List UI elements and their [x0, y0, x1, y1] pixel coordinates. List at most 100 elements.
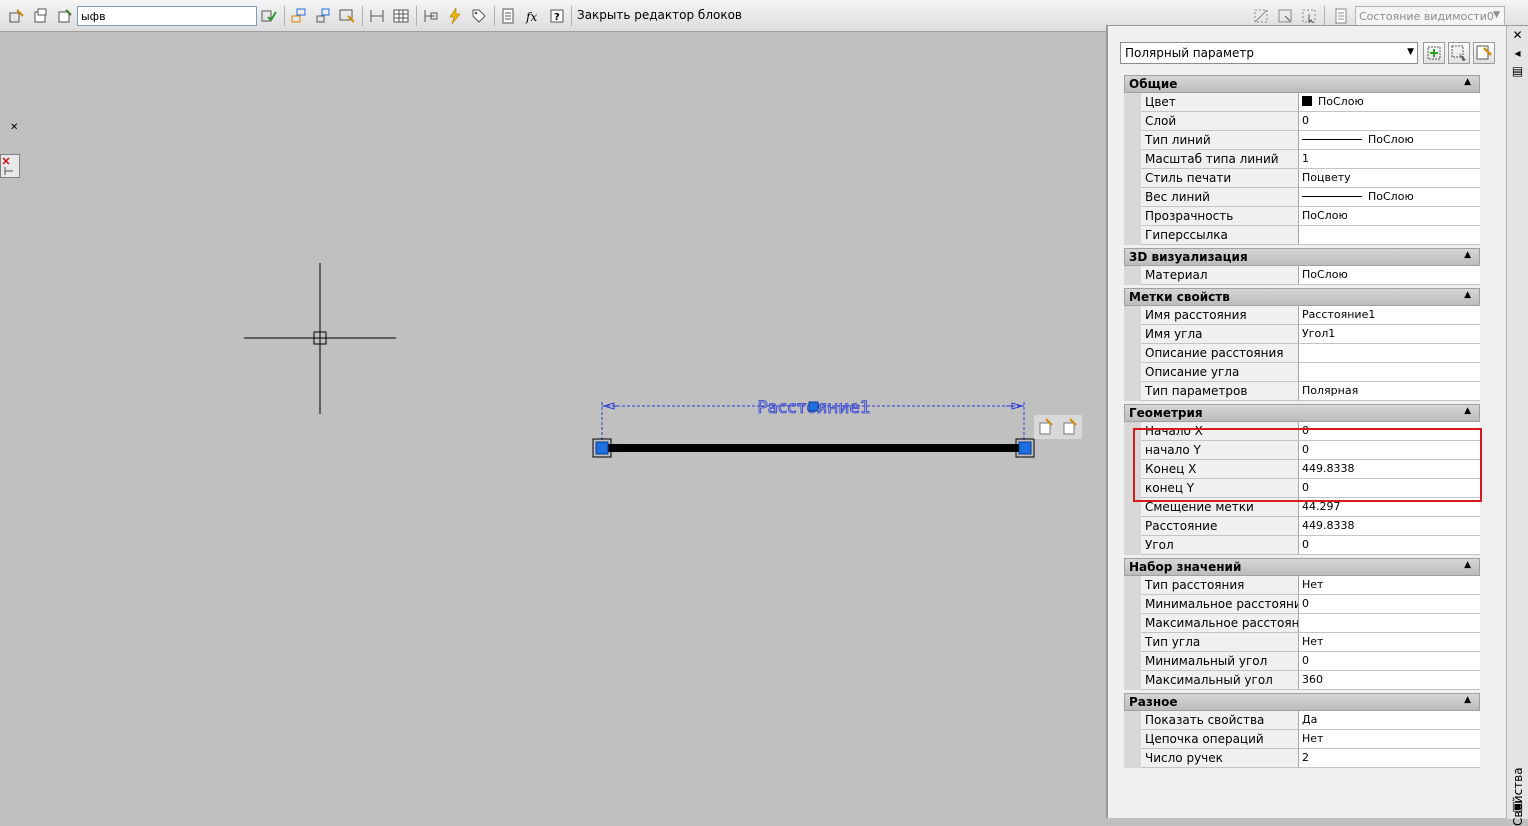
- property-value-text: ПоСлою: [1302, 268, 1348, 281]
- property-value[interactable]: 2: [1299, 749, 1480, 768]
- label-grip[interactable]: [808, 401, 819, 412]
- property-row[interactable]: Число ручек 2: [1124, 749, 1480, 768]
- make-invisible-icon[interactable]: [1251, 6, 1271, 26]
- property-value[interactable]: Поцвету: [1299, 169, 1480, 188]
- quick-select-button[interactable]: [1473, 42, 1495, 64]
- property-row[interactable]: Угол 0: [1124, 536, 1480, 555]
- property-value[interactable]: [1299, 344, 1480, 363]
- property-value[interactable]: [1299, 363, 1480, 382]
- collapse-icon[interactable]: ▲: [1464, 290, 1471, 300]
- property-row[interactable]: Тип линий ПоСлою: [1124, 131, 1480, 150]
- visibility-states-icon[interactable]: [1331, 6, 1351, 26]
- close-icon[interactable]: ✕: [1510, 28, 1525, 43]
- property-row[interactable]: Тип расстояния Нет: [1124, 576, 1480, 595]
- object-type-dropdown[interactable]: Полярный параметр ▼: [1120, 42, 1418, 64]
- property-row[interactable]: Цвет ПоСлою: [1124, 93, 1480, 112]
- property-row[interactable]: Вес линий ПоСлою: [1124, 188, 1480, 207]
- block-name-field[interactable]: [77, 6, 257, 26]
- property-value[interactable]: Нет: [1299, 633, 1480, 652]
- parameter-manager-icon[interactable]: [421, 6, 441, 26]
- collapse-icon[interactable]: ▲: [1464, 250, 1471, 260]
- row-gutter: [1124, 711, 1141, 730]
- property-value[interactable]: 0: [1299, 652, 1480, 671]
- property-value[interactable]: 449.8338: [1299, 517, 1480, 536]
- close-block-editor-button[interactable]: Закрыть редактор блоков: [577, 8, 742, 22]
- property-row[interactable]: Цепочка операций Нет: [1124, 730, 1480, 749]
- property-row[interactable]: Гиперссылка: [1124, 226, 1480, 245]
- property-value[interactable]: Нет: [1299, 730, 1480, 749]
- property-row[interactable]: Прозрачность ПоСлою: [1124, 207, 1480, 226]
- save-block-icon[interactable]: [31, 6, 51, 26]
- category-header[interactable]: Набор значений ▲: [1124, 558, 1480, 576]
- property-row[interactable]: Материал ПоСлою: [1124, 266, 1480, 285]
- property-row[interactable]: Стиль печати Поцвету: [1124, 169, 1480, 188]
- fx-icon[interactable]: fx: [523, 6, 543, 26]
- property-row[interactable]: Имя расстояния Расстояние1: [1124, 306, 1480, 325]
- property-value[interactable]: Полярная: [1299, 382, 1480, 401]
- property-row[interactable]: Расстояние 449.8338: [1124, 517, 1480, 536]
- category-header[interactable]: Геометрия ▲: [1124, 404, 1480, 422]
- collapse-icon[interactable]: ▲: [1464, 695, 1471, 705]
- property-value[interactable]: Расстояние1: [1299, 306, 1480, 325]
- collapse-icon[interactable]: ▲: [1464, 560, 1471, 570]
- tag-icon[interactable]: [469, 6, 489, 26]
- property-row[interactable]: Тип угла Нет: [1124, 633, 1480, 652]
- parameter-sets-icon[interactable]: [313, 6, 333, 26]
- auto-hide-icon[interactable]: ◂: [1510, 46, 1525, 61]
- start-grip[interactable]: [592, 438, 612, 458]
- drawing-canvas[interactable]: ✕ Расстояние1: [0, 33, 1106, 818]
- property-row[interactable]: Масштаб типа линий 1: [1124, 150, 1480, 169]
- category-header[interactable]: 3D визуализация ▲: [1124, 248, 1480, 266]
- property-row[interactable]: Описание угла: [1124, 363, 1480, 382]
- visibility-state-dropdown[interactable]: Состояние видимости0 ▼: [1355, 6, 1505, 26]
- property-value[interactable]: ПоСлою: [1299, 131, 1480, 150]
- property-value[interactable]: [1299, 226, 1480, 245]
- property-value[interactable]: ПоСлою: [1299, 266, 1480, 285]
- property-value[interactable]: Угол1: [1299, 325, 1480, 344]
- property-row[interactable]: Минимальный угол 0: [1124, 652, 1480, 671]
- collapse-icon[interactable]: ▲: [1464, 406, 1471, 416]
- palette-title: Свойства: [1511, 767, 1525, 826]
- property-value[interactable]: ПоСлою: [1299, 207, 1480, 226]
- property-value[interactable]: 0: [1299, 536, 1480, 555]
- property-value[interactable]: Нет: [1299, 576, 1480, 595]
- test-block-icon[interactable]: [259, 6, 279, 26]
- property-value[interactable]: [1299, 614, 1480, 633]
- property-value[interactable]: 360: [1299, 671, 1480, 690]
- help-icon[interactable]: ?: [547, 6, 567, 26]
- property-value[interactable]: 0: [1299, 595, 1480, 614]
- block-table-icon[interactable]: [391, 6, 411, 26]
- save-as-icon[interactable]: [55, 6, 75, 26]
- property-row[interactable]: Максимальный угол 360: [1124, 671, 1480, 690]
- toggle-pickadd-button[interactable]: [1423, 42, 1445, 64]
- property-value-text: ПоСлою: [1302, 209, 1348, 222]
- property-row[interactable]: Минимальное расстояние 0: [1124, 595, 1480, 614]
- property-row[interactable]: Слой 0: [1124, 112, 1480, 131]
- property-row[interactable]: Тип параметров Полярная: [1124, 382, 1480, 401]
- visibility-mode-icon[interactable]: [1299, 6, 1319, 26]
- end-grip[interactable]: [1015, 438, 1035, 458]
- select-objects-button[interactable]: [1448, 42, 1470, 64]
- category-header[interactable]: Метки свойств ▲: [1124, 288, 1480, 306]
- property-row[interactable]: Описание расстояния: [1124, 344, 1480, 363]
- property-value[interactable]: ПоСлою: [1299, 93, 1480, 112]
- palette-properties-icon[interactable]: ▤: [1510, 64, 1525, 79]
- property-row[interactable]: Максимальное расстояние: [1124, 614, 1480, 633]
- property-row[interactable]: Имя угла Угол1: [1124, 325, 1480, 344]
- property-value[interactable]: 0: [1299, 112, 1480, 131]
- property-row[interactable]: Показать свойства Да: [1124, 711, 1480, 730]
- category-header[interactable]: Разное ▲: [1124, 693, 1480, 711]
- property-value[interactable]: ПоСлою: [1299, 188, 1480, 207]
- make-visible-icon[interactable]: [1275, 6, 1295, 26]
- authoring-palette-icon[interactable]: [289, 6, 309, 26]
- properties-icon[interactable]: [499, 6, 519, 26]
- property-value[interactable]: 1: [1299, 150, 1480, 169]
- property-value[interactable]: Да: [1299, 711, 1480, 730]
- define-attribute-icon[interactable]: [367, 6, 387, 26]
- constraint-icon[interactable]: [337, 6, 357, 26]
- category-header[interactable]: Общие ▲: [1124, 75, 1480, 93]
- collapse-icon[interactable]: ▲: [1464, 77, 1471, 87]
- palette-menu-icon[interactable]: ▣: [1510, 799, 1525, 814]
- edit-block-icon[interactable]: [7, 6, 27, 26]
- lightning-icon[interactable]: [445, 6, 465, 26]
